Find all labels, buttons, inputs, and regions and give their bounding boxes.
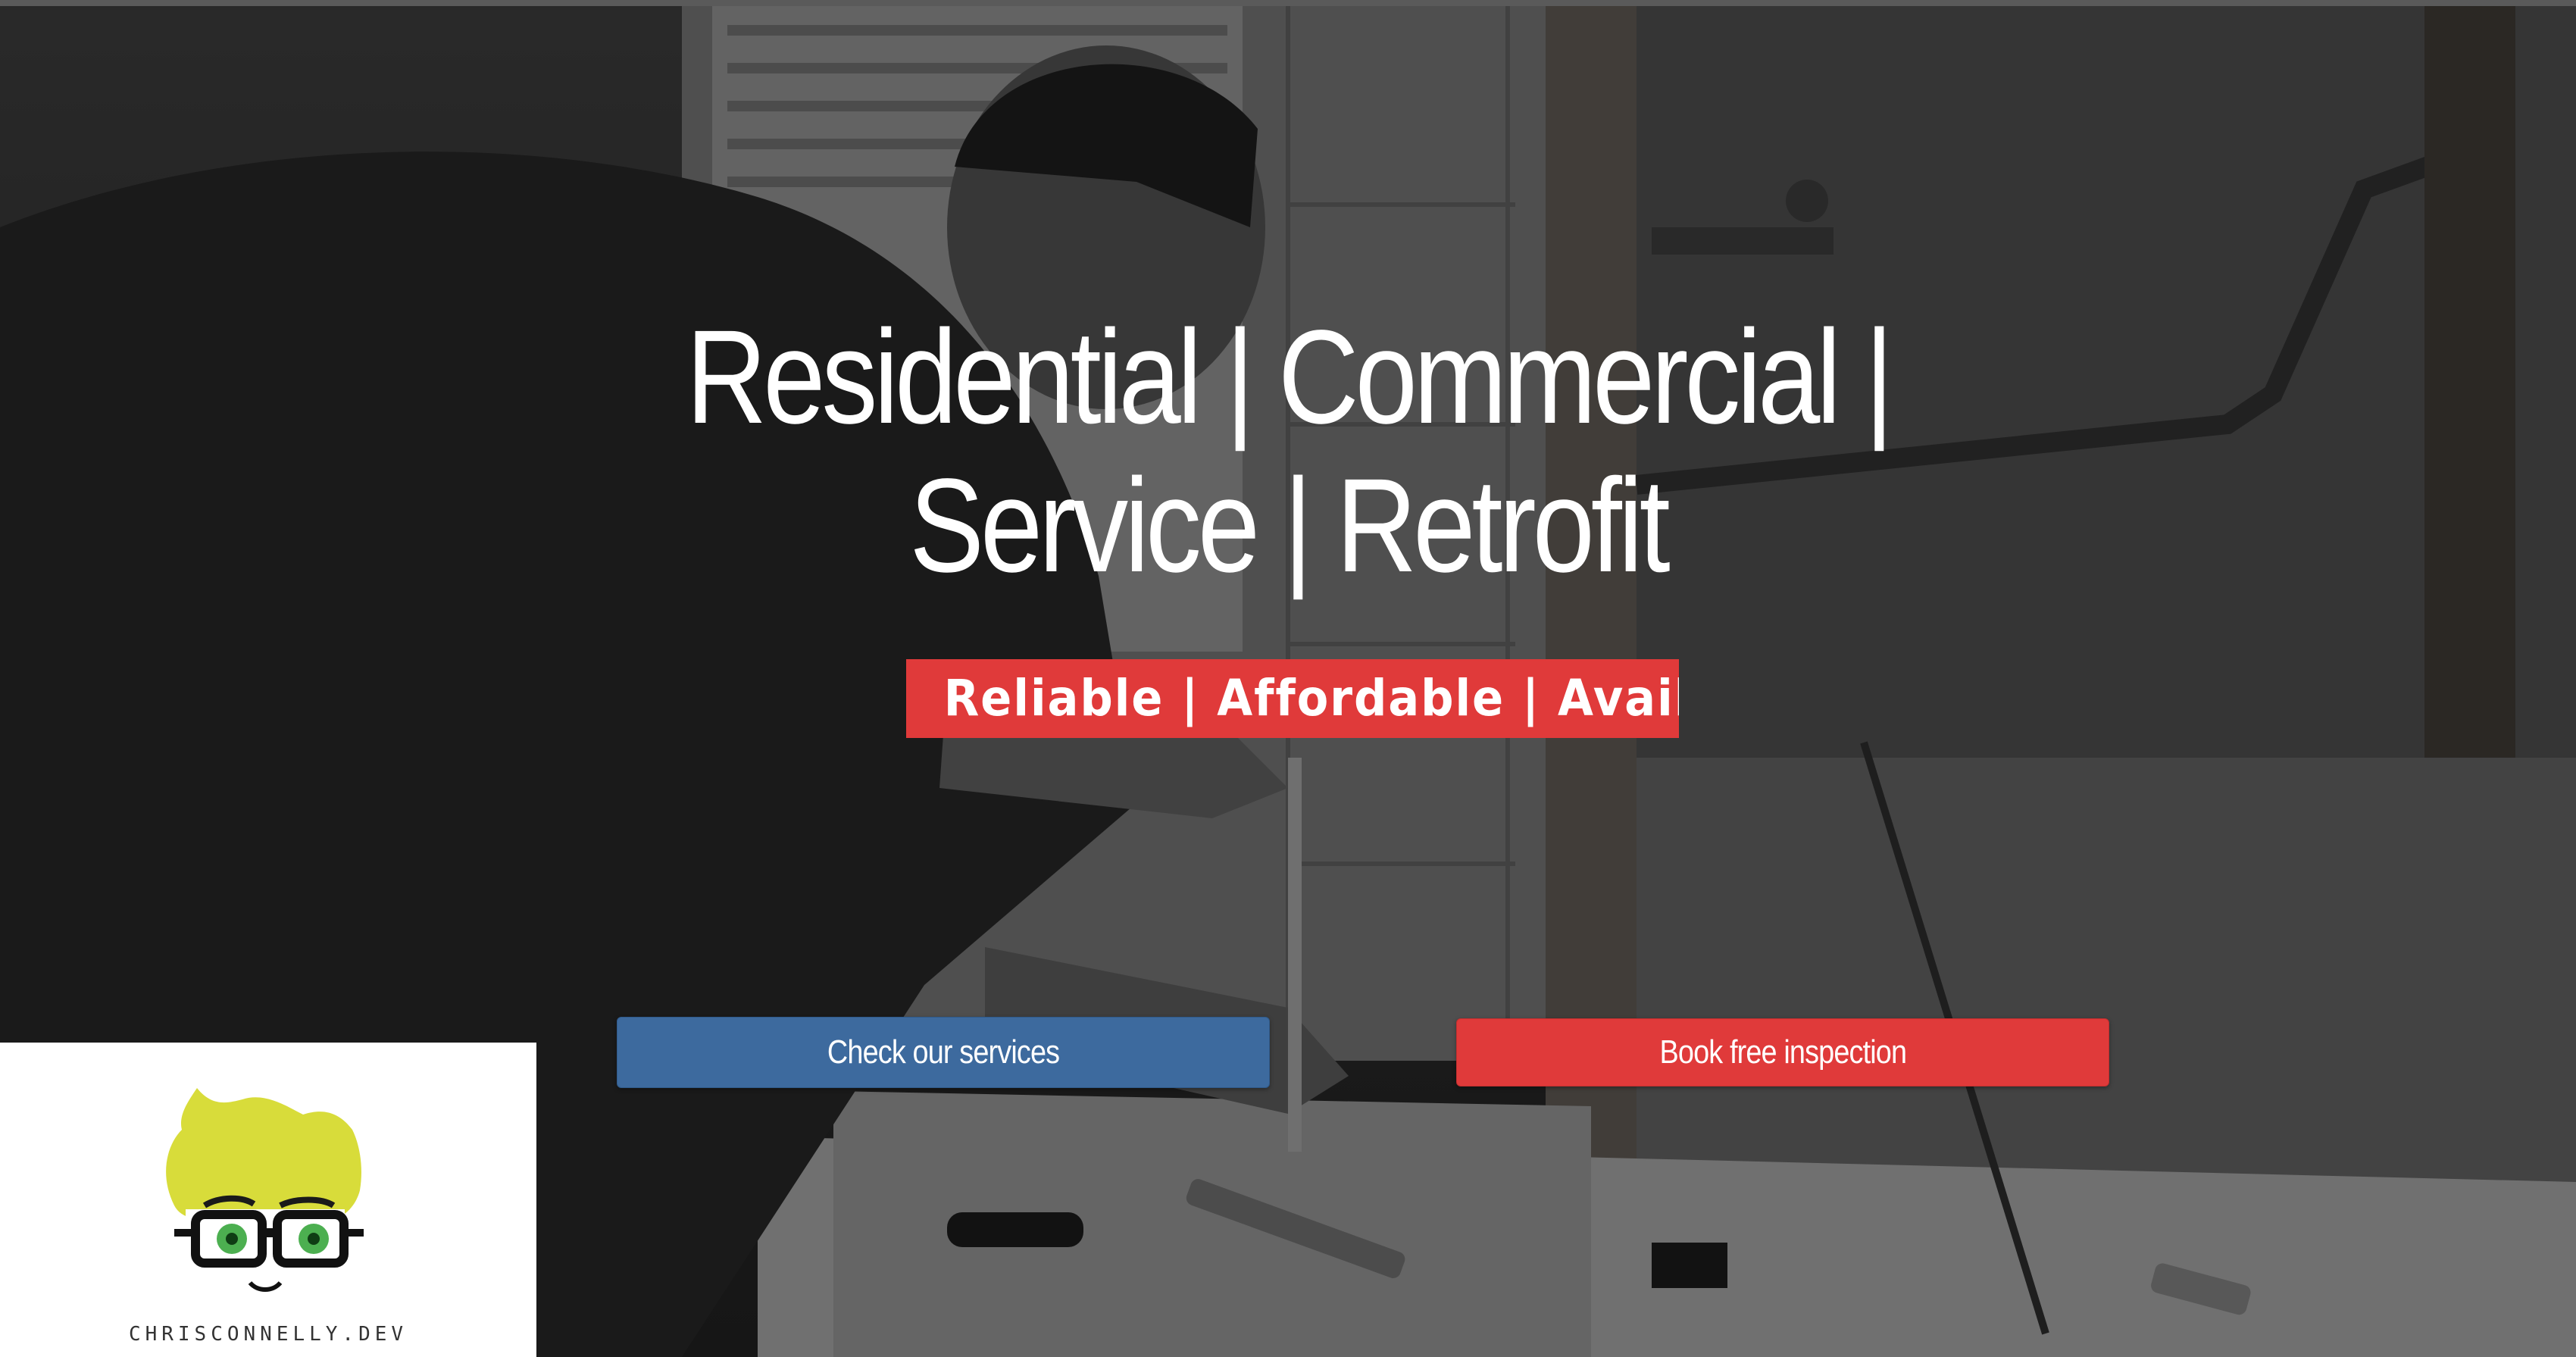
book-inspection-button-label: Book free inspection [1659,1033,1907,1071]
check-services-button-label: Check our services [827,1033,1060,1071]
hero-section: Residential | Commercial | Service | Ret… [0,0,2576,1357]
hero-tagline-badge: Reliable | Affordable | Available [906,659,1679,738]
hero-headline-line1: Residential | Commercial | [686,303,1894,452]
check-services-button[interactable]: Check our services [617,1017,1270,1088]
logo-wordmark: CHRISCONNELLY.DEV [128,1323,408,1346]
top-divider [0,0,2576,6]
site-logo-card[interactable]: CHRISCONNELLY.DEV [0,1043,536,1357]
hero-headline-line2: Service | Retrofit [909,452,1670,600]
nerd-mascot-logo-icon [166,1088,364,1293]
book-inspection-button[interactable]: Book free inspection [1456,1018,2109,1087]
hero-tagline-text: Reliable | Affordable | Available [943,669,1679,727]
hero-headline: Residential | Commercial | Service | Ret… [652,303,1924,600]
